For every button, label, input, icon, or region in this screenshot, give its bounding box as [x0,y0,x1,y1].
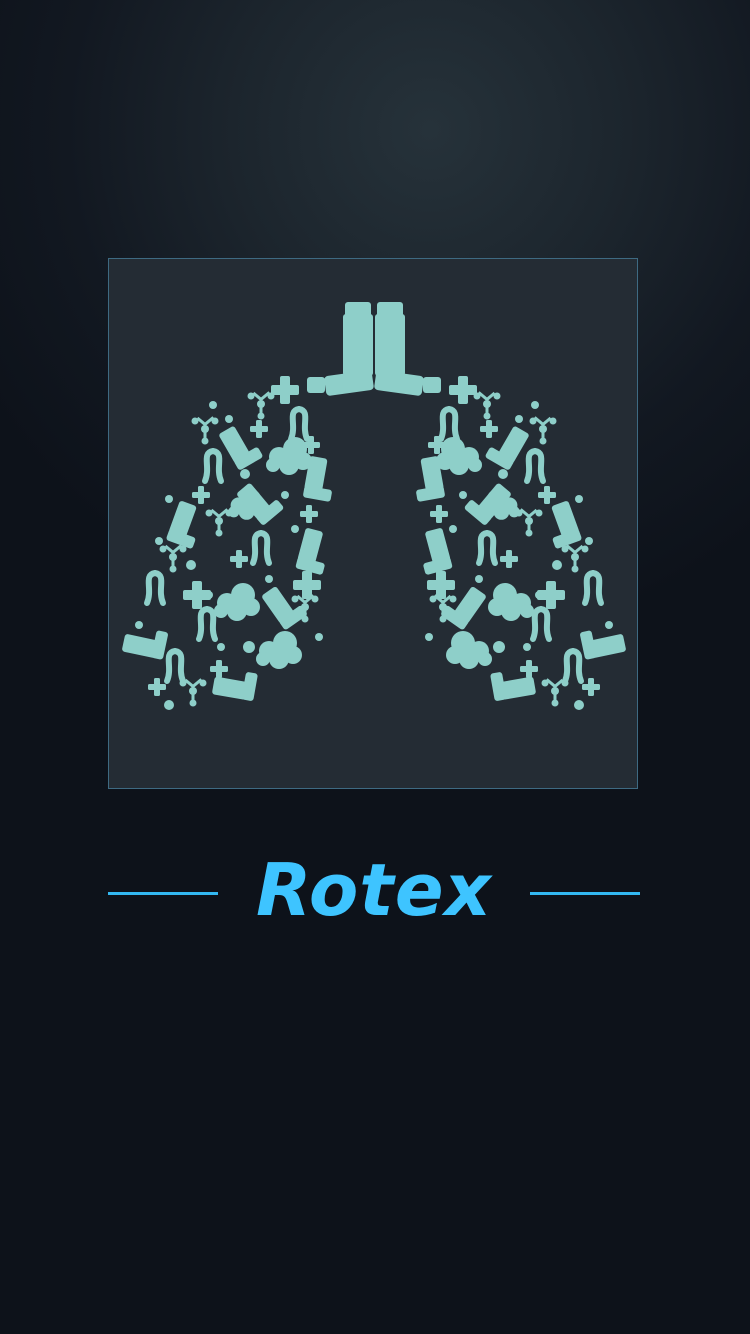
app-name: Rotex [255,848,492,932]
brand-divider-right [530,892,640,895]
lungs-icon [109,259,639,790]
brand-row: Rotex [108,850,640,936]
splash-logo-card [108,258,638,789]
